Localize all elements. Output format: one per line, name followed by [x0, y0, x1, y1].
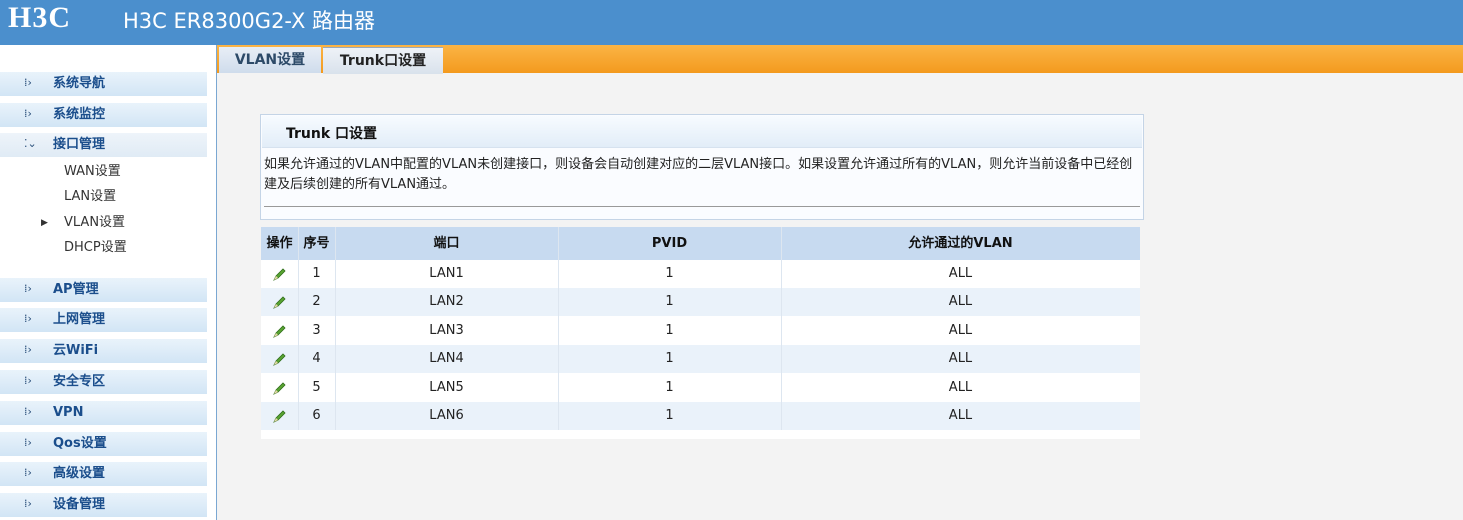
- bullet-icon: ⁞›: [24, 436, 32, 449]
- panel-title: Trunk 口设置: [286, 126, 378, 142]
- h3c-logo: H3C: [8, 1, 71, 34]
- cell-vlan: ALL: [948, 266, 973, 281]
- sidebar-item-label: 系统导航: [53, 76, 106, 91]
- sidebar-item-label: 设备管理: [53, 497, 106, 512]
- cell-vlan: ALL: [948, 323, 973, 338]
- table-row: 2 LAN2 1 ALL: [261, 288, 1140, 316]
- tab-bar: VLAN设置 Trunk口设置: [217, 45, 1463, 74]
- cell-pvid: 1: [665, 323, 674, 338]
- bullet-icon: ⁞›: [24, 76, 32, 89]
- app-header: H3C H3C ER8300G2-X 路由器: [0, 0, 1463, 45]
- table-row: 5 LAN5 1 ALL: [261, 374, 1140, 402]
- cell-port: LAN5: [429, 380, 464, 395]
- edit-pencil-icon[interactable]: [272, 380, 288, 396]
- cell-port: LAN1: [429, 266, 464, 281]
- cell-pvid: 1: [665, 380, 674, 395]
- cell-vlan: ALL: [948, 351, 973, 366]
- cell-vlan: ALL: [948, 380, 973, 395]
- divider: [264, 206, 1140, 207]
- sidebar-item-label: 云WiFi: [53, 343, 99, 358]
- sidebar: ⁞› 系统导航 ⁞› 系统监控 ⁚⌄ 接口管理 WAN设置 LAN设置 ▶ VL…: [0, 45, 217, 520]
- sidebar-item-label: 安全专区: [53, 374, 106, 389]
- sidebar-item-ap-mgmt[interactable]: ⁞› AP管理: [0, 278, 207, 302]
- sidebar-item-label: 上网管理: [53, 312, 106, 327]
- cell-pvid: 1: [665, 266, 674, 281]
- submenu-item-wan[interactable]: WAN设置: [64, 164, 121, 180]
- bullet-icon: ⁞›: [24, 466, 32, 479]
- panel-description: 如果允许通过的VLAN中配置的VLAN未创建接口，则设备会自动创建对应的二层VL…: [264, 157, 1133, 192]
- sidebar-item-label: AP管理: [53, 282, 99, 297]
- sidebar-item-system-nav[interactable]: ⁞› 系统导航: [0, 72, 207, 96]
- cell-port: LAN3: [429, 323, 464, 338]
- column-divider: [335, 227, 336, 430]
- expanded-bullet-icon: ⁚⌄: [24, 137, 37, 150]
- edit-pencil-icon[interactable]: [272, 266, 288, 282]
- trunk-port-table: 操作 序号 端口 PVID 允许通过的VLAN 1 LAN1 1 ALL 2 L…: [261, 227, 1140, 439]
- sidebar-item-interface-mgmt[interactable]: ⁚⌄ 接口管理: [0, 133, 207, 157]
- table-row: 6 LAN6 1 ALL: [261, 402, 1140, 430]
- col-index: 序号: [303, 236, 330, 251]
- bullet-icon: ⁞›: [24, 312, 32, 325]
- sidebar-item-label: 系统监控: [53, 107, 106, 122]
- bullet-icon: ⁞›: [24, 374, 32, 387]
- cell-index: 5: [312, 380, 321, 395]
- table-row: 1 LAN1 1 ALL: [261, 260, 1140, 288]
- tab-trunk-settings[interactable]: Trunk口设置: [323, 47, 443, 74]
- panel-title-bar: Trunk 口设置: [262, 116, 1142, 148]
- table-row: 4 LAN4 1 ALL: [261, 345, 1140, 373]
- cell-vlan: ALL: [948, 408, 973, 423]
- sidebar-item-vpn[interactable]: ⁞› VPN: [0, 401, 207, 425]
- bullet-icon: ⁞›: [24, 107, 32, 120]
- cell-index: 1: [312, 266, 321, 281]
- sidebar-item-label: Qos设置: [53, 436, 107, 451]
- edit-pencil-icon[interactable]: [272, 408, 288, 424]
- col-pvid: PVID: [651, 236, 688, 251]
- cell-port: LAN2: [429, 294, 464, 309]
- current-arrow-icon: ▶: [41, 218, 48, 228]
- col-action: 操作: [266, 236, 293, 251]
- app-title: H3C ER8300G2-X 路由器: [123, 9, 376, 33]
- sidebar-item-label: 接口管理: [53, 137, 106, 152]
- cell-pvid: 1: [665, 351, 674, 366]
- bullet-icon: ⁞›: [24, 282, 32, 295]
- sidebar-item-label: VPN: [53, 405, 84, 420]
- column-divider: [298, 227, 299, 430]
- cell-pvid: 1: [665, 408, 674, 423]
- edit-pencil-icon[interactable]: [272, 323, 288, 339]
- submenu-item-vlan[interactable]: VLAN设置: [64, 215, 125, 231]
- submenu-item-dhcp[interactable]: DHCP设置: [64, 240, 127, 256]
- edit-pencil-icon[interactable]: [272, 294, 288, 310]
- column-divider: [558, 227, 559, 430]
- trunk-settings-panel: Trunk 口设置 如果允许通过的VLAN中配置的VLAN未创建接口，则设备会自…: [260, 114, 1144, 220]
- edit-pencil-icon[interactable]: [272, 351, 288, 367]
- col-allowed-vlan: 允许通过的VLAN: [908, 236, 1013, 251]
- table-header: 操作 序号 端口 PVID 允许通过的VLAN: [261, 227, 1140, 260]
- cell-index: 3: [312, 323, 321, 338]
- bullet-icon: ⁞›: [24, 343, 32, 356]
- sidebar-item-security[interactable]: ⁞› 安全专区: [0, 370, 207, 394]
- sidebar-item-advanced[interactable]: ⁞› 高级设置: [0, 462, 207, 486]
- cell-vlan: ALL: [948, 294, 973, 309]
- column-divider: [781, 227, 782, 430]
- cell-index: 4: [312, 351, 321, 366]
- bullet-icon: ⁞›: [24, 497, 32, 510]
- cell-index: 2: [312, 294, 321, 309]
- sidebar-item-internet-mgmt[interactable]: ⁞› 上网管理: [0, 308, 207, 332]
- sidebar-item-label: 高级设置: [53, 466, 106, 481]
- tab-vlan-settings[interactable]: VLAN设置: [219, 47, 321, 73]
- col-port: 端口: [433, 236, 460, 251]
- cell-port: LAN4: [429, 351, 464, 366]
- submenu-item-lan[interactable]: LAN设置: [64, 189, 116, 205]
- sidebar-item-device-mgmt[interactable]: ⁞› 设备管理: [0, 493, 207, 517]
- sidebar-item-cloud-wifi[interactable]: ⁞› 云WiFi: [0, 339, 207, 363]
- sidebar-item-system-monitor[interactable]: ⁞› 系统监控: [0, 103, 207, 127]
- bullet-icon: ⁞›: [24, 405, 32, 418]
- cell-pvid: 1: [665, 294, 674, 309]
- sidebar-item-qos[interactable]: ⁞› Qos设置: [0, 432, 207, 456]
- table-row: 3 LAN3 1 ALL: [261, 317, 1140, 345]
- cell-index: 6: [312, 408, 321, 423]
- cell-port: LAN6: [429, 408, 464, 423]
